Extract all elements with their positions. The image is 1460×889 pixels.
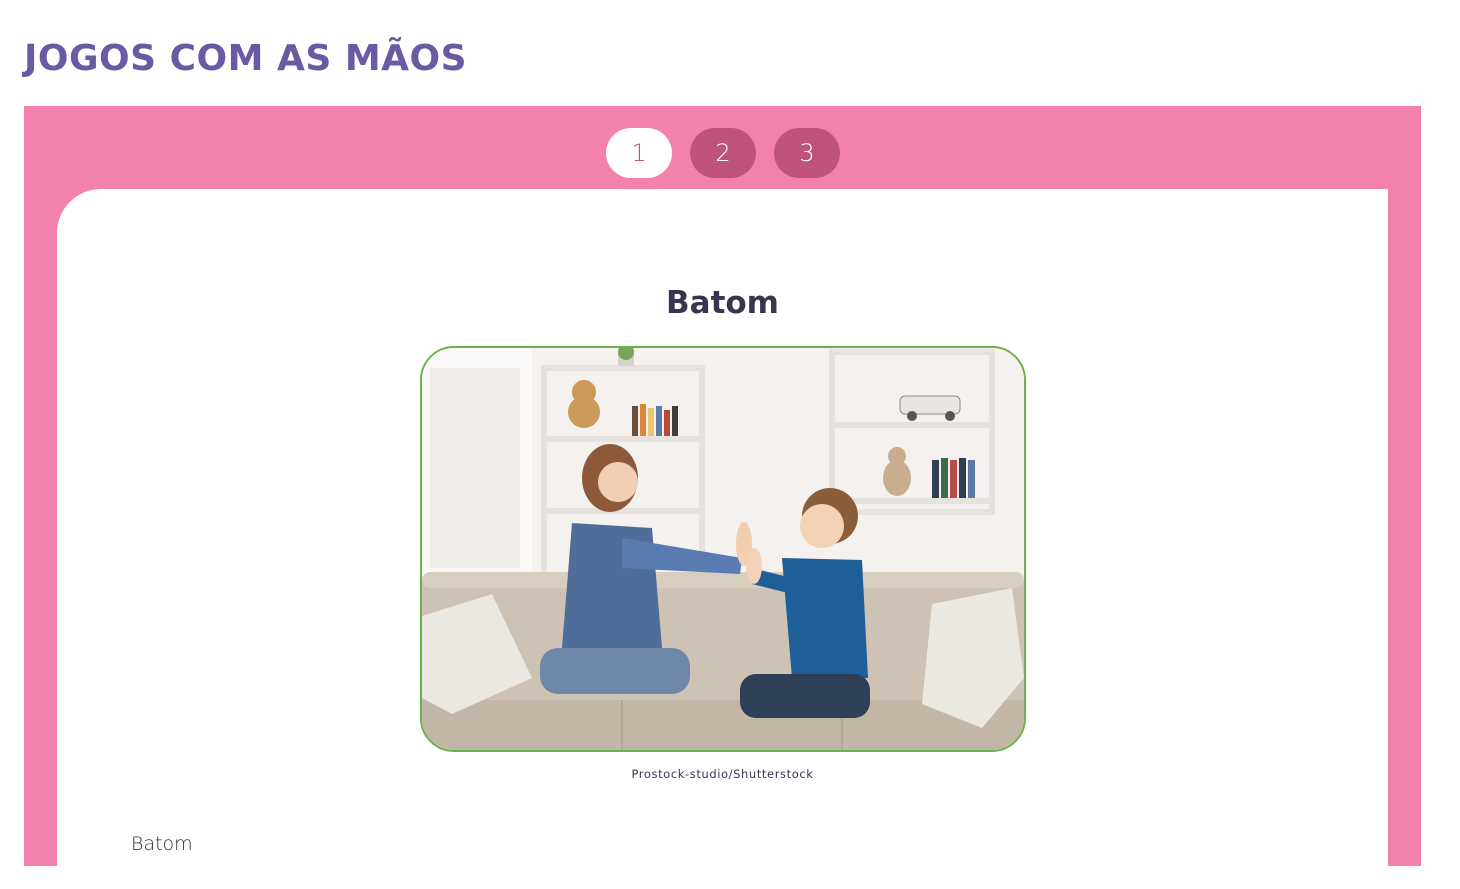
tab-1[interactable]: 1 bbox=[606, 128, 672, 178]
carousel-panel: 1 2 3 Batom Prostock-studio/Shutterstock… bbox=[24, 106, 1421, 889]
slide-body-text: Batom bbox=[131, 833, 193, 855]
page-title: JOGOS COM AS MÃOS bbox=[24, 38, 468, 79]
slide-tabs: 1 2 3 bbox=[606, 128, 840, 178]
tab-2[interactable]: 2 bbox=[690, 128, 756, 178]
slide-title: Batom bbox=[666, 285, 779, 321]
children-clapping-photo bbox=[420, 346, 1026, 752]
image-credit: Prostock-studio/Shutterstock bbox=[631, 767, 814, 781]
tab-3[interactable]: 3 bbox=[774, 128, 840, 178]
slide-content: Batom Prostock-studio/Shutterstock Batom bbox=[57, 189, 1388, 889]
